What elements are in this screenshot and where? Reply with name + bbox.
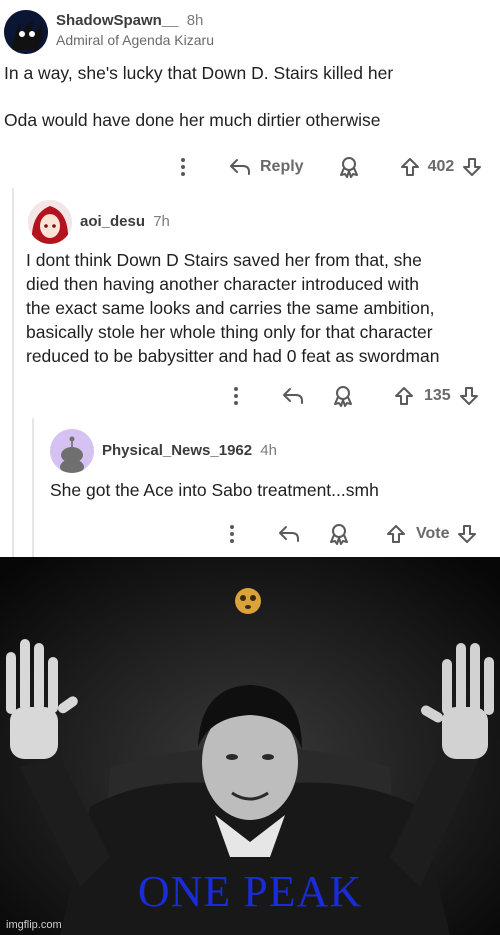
award-button[interactable] [328, 523, 350, 545]
reply-label: Reply [260, 158, 304, 175]
shadow-avatar-icon [4, 10, 48, 54]
award-icon [339, 157, 358, 178]
timestamp: 7h [153, 213, 170, 230]
comment-line-blank [4, 85, 393, 108]
comment-line: In a way, she's lucky that Down D. Stair… [4, 63, 394, 83]
imgflip-watermark: imgflip.com [6, 919, 62, 931]
comment-line: died then having another character intro… [26, 274, 420, 294]
downvote-arrow-icon [463, 158, 482, 176]
more-options-button[interactable] [172, 157, 194, 177]
username[interactable]: ShadowSpawn__ [56, 12, 179, 29]
comment-line: I dont think Down D Stairs saved her fro… [26, 250, 422, 270]
more-options-button[interactable] [226, 386, 246, 406]
reply-arrow-icon [283, 388, 303, 404]
downvote-arrow-icon [458, 525, 477, 543]
meme-caption: ONE PEAK [137, 867, 363, 916]
upvote-button[interactable] [386, 524, 406, 544]
upvote-button[interactable] [400, 157, 420, 177]
downvote-button[interactable] [462, 157, 482, 177]
upvote-button[interactable] [394, 386, 414, 406]
comment-shadowspawn: ShadowSpawn__ 8h Admiral of Agenda Kizar… [0, 0, 500, 188]
comment-line: She got the Ace into Sabo treatment...sm… [50, 480, 379, 500]
anime-girl-avatar-icon [28, 200, 72, 244]
more-vertical-icon [230, 525, 234, 543]
user-flair: Admiral of Agenda Kizaru [56, 32, 214, 48]
vote-count: 135 [424, 387, 451, 404]
comment-actions: 135 [226, 381, 479, 411]
upvote-arrow-icon [395, 387, 413, 405]
comment-meta: Physical_News_1962 4h [102, 429, 277, 461]
avatar[interactable] [50, 429, 94, 473]
award-button[interactable] [332, 385, 354, 407]
upvote-arrow-icon [387, 525, 405, 543]
surprised-face-icon [235, 588, 261, 614]
vote-count: 402 [427, 158, 455, 175]
snoo-avatar-icon [50, 429, 94, 473]
comment-line: reduced to be babysitter and had 0 feat … [26, 346, 440, 366]
reply-button[interactable] [278, 525, 300, 543]
comment-body: She got the Ace into Sabo treatment...sm… [50, 479, 379, 502]
comment-line: Oda would have done her much dirtier oth… [4, 110, 381, 130]
comment-body: I dont think Down D Stairs saved her fro… [26, 248, 439, 368]
more-options-button[interactable] [222, 524, 242, 544]
avatar[interactable] [28, 200, 72, 244]
downvote-button[interactable] [457, 524, 477, 544]
reply-arrow-icon [230, 159, 250, 175]
downvote-arrow-icon [459, 387, 478, 405]
comment-meta: aoi_desu 7h [80, 200, 170, 232]
award-icon [334, 386, 352, 407]
reply-arrow-icon [279, 526, 299, 542]
comment-line: basically stole her whole thing only for… [26, 322, 433, 342]
more-vertical-icon [234, 387, 238, 405]
reply-button[interactable]: Reply [229, 158, 304, 176]
comment-physical-news: Physical_News_1962 4h She got the Ace in… [0, 418, 500, 558]
comment-line: the exact same looks and carries the sam… [26, 298, 435, 318]
comment-header: aoi_desu 7h [28, 200, 170, 244]
username[interactable]: aoi_desu [80, 213, 145, 230]
timestamp: 4h [260, 442, 277, 459]
comment-aoi-desu: aoi_desu 7h I dont think Down D Stairs s… [0, 188, 500, 418]
vote-label: Vote [416, 525, 450, 542]
timestamp: 8h [186, 12, 204, 29]
upvote-arrow-icon [400, 158, 419, 176]
comment-header: ShadowSpawn__ 8h Admiral of Agenda Kizar… [4, 10, 214, 54]
reply-button[interactable] [282, 387, 304, 405]
more-vertical-icon [181, 158, 185, 176]
comment-header: Physical_News_1962 4h [50, 429, 277, 473]
avatar[interactable] [4, 10, 48, 54]
award-icon [330, 524, 348, 545]
comment-meta: ShadowSpawn__ 8h Admiral of Agenda Kizar… [56, 10, 214, 49]
downvote-button[interactable] [459, 386, 479, 406]
comment-actions: Reply 402 [172, 152, 482, 182]
comment-body: In a way, she's lucky that Down D. Stair… [4, 62, 393, 132]
username[interactable]: Physical_News_1962 [102, 442, 252, 459]
award-button[interactable] [338, 156, 360, 178]
comment-actions: Vote [222, 519, 477, 549]
